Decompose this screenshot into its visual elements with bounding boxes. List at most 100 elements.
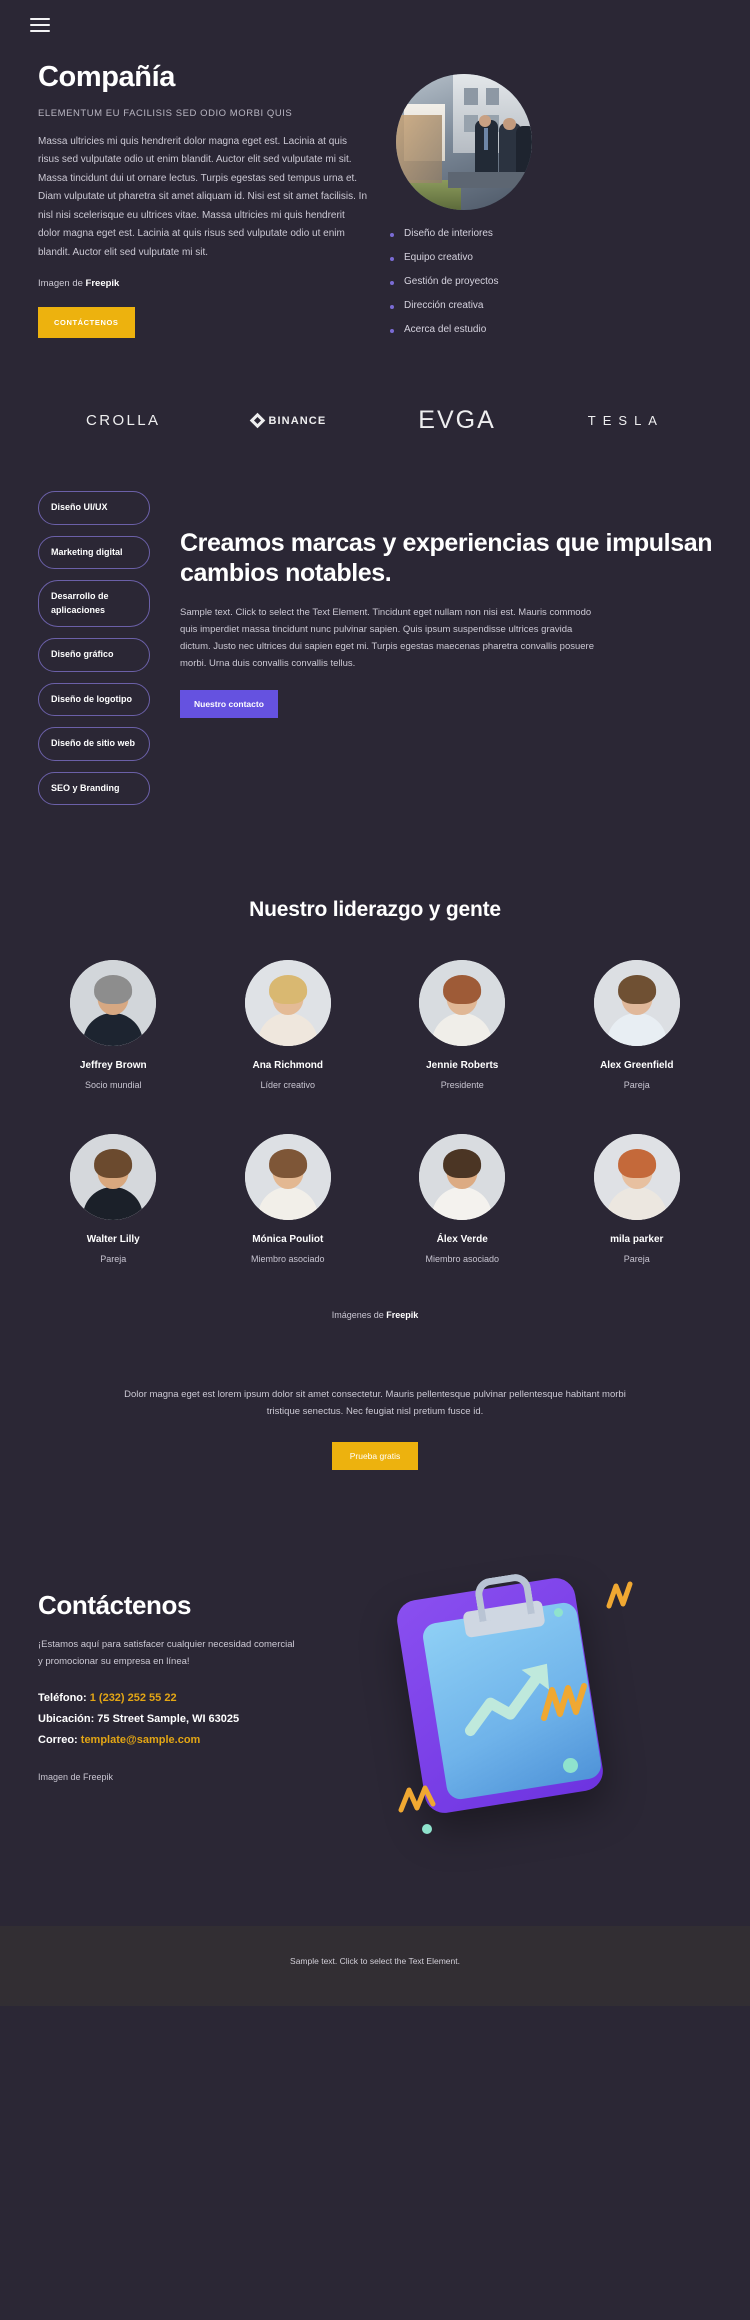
credit-prefix: Imagen de [38,278,86,290]
contact-us-button[interactable]: CONTÁCTENOS [38,307,135,339]
list-item[interactable]: Dirección creativa [388,300,688,311]
illustration-dot-tiny [422,1824,432,1835]
contact-phone-value[interactable]: 1 (232) 252 55 22 [90,1692,177,1704]
hero-service-list: Diseño de interiores Equipo creativo Ges… [388,228,688,335]
our-contact-button[interactable]: Nuestro contacto [180,690,278,719]
team-member-name: Álex Verde [436,1234,488,1245]
team-member-card[interactable]: Jennie Roberts Presidente [379,960,546,1090]
hero-body-text: Massa ultricies mi quis hendrerit dolor … [38,135,368,258]
binance-logo-text: BINANCE [268,414,327,427]
contact-location-value: 75 Street Sample, WI 63025 [97,1713,240,1726]
team-member-name: Jennie Roberts [426,1060,499,1071]
team-member-role: Pareja [100,1254,127,1264]
team-member-role: Miembro asociado [425,1254,500,1264]
illustration-squiggle [606,1581,633,1609]
hero-media-column: Diseño de interiores Equipo creativo Ges… [388,62,688,348]
avatar [70,1134,157,1220]
service-pill-app-development[interactable]: Desarrollo de aplicaciones [38,580,150,627]
hero-text-column: Compañía ELEMENTUM EU FACILISIS SED ODIO… [38,61,368,348]
team-member-card[interactable]: Ana Richmond Líder creativo [205,960,372,1090]
photo-window [485,87,500,106]
avatar [419,1134,506,1220]
team-member-role: Socio mundial [84,1080,142,1090]
team-member-name: Ana Richmond [252,1060,324,1071]
team-member-card[interactable]: Jeffrey Brown Socio mundial [30,960,197,1090]
team-grid-row-1: Jeffrey Brown Socio mundial Ana Richmond… [30,960,720,1090]
contact-details: Teléfono: 1 (232) 252 55 22 Ubicación: 7… [38,1692,338,1746]
partner-logos-row: CROLLA BINANCE EVGA TESLA [0,348,750,481]
binance-diamond-icon [250,412,266,429]
burger-bar [30,24,50,26]
hero-subtitle: ELEMENTUM EU FACILISIS SED ODIO MORBI QU… [38,107,293,119]
service-pill-marketing[interactable]: Marketing digital [38,535,150,569]
team-member-card[interactable]: Mónica Pouliot Miembro asociado [205,1134,372,1264]
service-pill-seo-branding[interactable]: SEO y Branding [38,771,150,805]
illustration-clip-metal [473,1572,535,1623]
footer-text: Sample text. Click to select the Text El… [290,1956,460,1967]
avatar [419,960,506,1046]
service-pill-web-design[interactable]: Diseño de sitio web [38,727,150,761]
team-title: Nuestro liderazgo y gente [249,898,501,921]
avatar-hair [268,1148,307,1178]
tesla-logo: TESLA [587,413,664,428]
contact-section: Contáctenos ¡Estamos aquí para satisface… [0,1470,750,1926]
avatar [244,1134,331,1220]
team-member-name: Mónica Pouliot [252,1234,324,1245]
list-item[interactable]: Acerca del estudio [388,324,688,335]
avatar-hair [443,1148,482,1178]
contact-image-credit: Imagen de Freepik [38,1772,114,1783]
contact-email-label: Correo: [38,1734,81,1747]
team-member-card[interactable]: mila parker Pareja [554,1134,721,1264]
avatar-hair [443,974,482,1004]
contact-email-value[interactable]: template@sample.com [81,1734,201,1746]
service-pill-ui-ux[interactable]: Diseño UI/UX [38,491,150,525]
hamburger-menu-icon[interactable] [30,18,50,32]
photo-person-head [503,117,516,130]
team-member-card[interactable]: Álex Verde Miembro asociado [379,1134,546,1264]
contact-location-row: Ubicación: 75 Street Sample, WI 63025 [38,1713,338,1725]
services-headline: Creamos marcas y experiencias que impuls… [180,529,713,587]
team-member-role: Pareja [623,1080,650,1090]
service-pill-list: Diseño UI/UX Marketing digital Desarroll… [38,487,150,816]
cta-text: Dolor magna eget est lorem ipsum dolor s… [124,1389,626,1418]
list-item[interactable]: Diseño de interiores [388,228,688,239]
avatar [593,960,680,1046]
free-trial-button[interactable]: Prueba gratis [331,1442,419,1471]
team-member-card[interactable]: Walter Lilly Pareja [30,1134,197,1264]
illustration-squiggle [398,1785,436,1813]
team-member-name: mila parker [610,1234,664,1245]
team-member-card[interactable]: Alex Greenfield Pareja [554,960,721,1090]
site-footer: Sample text. Click to select the Text El… [0,1926,750,2007]
avatar-hair [617,1148,656,1178]
contact-title: Contáctenos [38,1590,192,1621]
services-headline-column: Creamos marcas y experiencias que impuls… [180,487,716,816]
list-item[interactable]: Gestión de proyectos [388,276,688,287]
service-pill-graphic-design[interactable]: Diseño gráfico [38,638,150,672]
hero-section: Compañía ELEMENTUM EU FACILISIS SED ODIO… [0,52,750,348]
list-item[interactable]: Equipo creativo [388,252,688,263]
team-member-name: Alex Greenfield [600,1060,674,1071]
burger-bar [30,30,50,32]
avatar-hair [94,974,133,1004]
burger-bar [30,18,50,20]
avatar-hair [617,974,656,1004]
avatar [244,960,331,1046]
services-section: Diseño UI/UX Marketing digital Desarroll… [0,481,750,826]
team-member-name: Jeffrey Brown [79,1060,147,1071]
team-member-role: Pareja [623,1254,650,1264]
binance-logo: BINANCE [250,412,327,429]
team-grid-row-2: Walter Lilly Pareja Mónica Pouliot Miemb… [30,1134,720,1264]
landing-page: Compañía ELEMENTUM EU FACILISIS SED ODIO… [0,0,750,2007]
site-header [0,0,750,52]
hero-image-credit: Imagen de Freepik [38,278,368,289]
avatar-hair [94,1148,133,1178]
avatar [70,960,157,1046]
services-body-text: Sample text. Click to select the Text El… [180,607,594,670]
contact-text-column: Contáctenos ¡Estamos aquí para satisface… [38,1566,338,1856]
illustration-squiggle [541,1683,587,1722]
team-member-role: Presidente [440,1080,484,1090]
service-pill-logo-design[interactable]: Diseño de logotipo [38,682,150,716]
contact-phone-label: Teléfono: [38,1692,90,1705]
hero-photo [396,74,532,210]
photo-necktie [484,128,488,151]
